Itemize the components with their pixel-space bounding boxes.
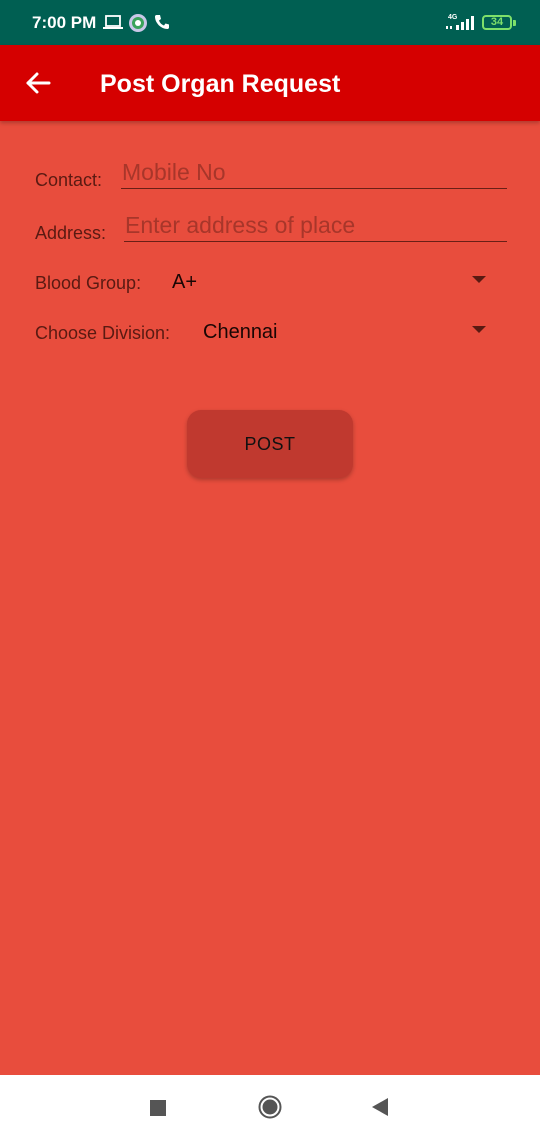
battery-level: 34 [490, 16, 504, 28]
post-button[interactable]: POST [187, 410, 353, 478]
contact-label: Contact: [35, 170, 103, 190]
phone-icon [155, 15, 169, 29]
division-label: Choose Division: [35, 323, 171, 343]
address-input[interactable] [124, 210, 507, 242]
division-spinner[interactable]: Chennai [203, 315, 494, 349]
blood-group-label: Blood Group: [35, 273, 142, 293]
network-type-label: 4G [448, 14, 458, 21]
screen: 7:00 PM 4G 34 Post Organ Request Contact… [0, 0, 540, 1140]
contact-input[interactable] [121, 157, 507, 189]
navigation-bar [0, 1075, 540, 1140]
whatsapp-icon [129, 14, 147, 32]
division-value: Chennai [203, 321, 278, 343]
blood-group-spinner[interactable]: A+ [172, 265, 494, 299]
blood-group-value: A+ [172, 271, 198, 293]
battery-cap [513, 20, 516, 26]
signal-icon: 4G [446, 14, 474, 30]
laptop-icon [103, 15, 123, 29]
arrow-left-icon [26, 72, 51, 94]
battery-icon: 34 [482, 15, 512, 30]
recents-icon[interactable] [150, 1100, 166, 1116]
dropdown-arrow-icon [472, 276, 486, 283]
app-bar: Post Organ Request [0, 45, 540, 121]
address-label: Address: [35, 223, 107, 243]
status-bar: 7:00 PM 4G 34 [0, 0, 540, 45]
back-icon[interactable] [371, 1097, 389, 1117]
status-time: 7:00 PM [32, 13, 97, 32]
back-button[interactable] [20, 65, 56, 101]
dropdown-arrow-icon [472, 326, 486, 333]
home-icon[interactable] [258, 1095, 282, 1119]
page-title: Post Organ Request [100, 70, 341, 98]
